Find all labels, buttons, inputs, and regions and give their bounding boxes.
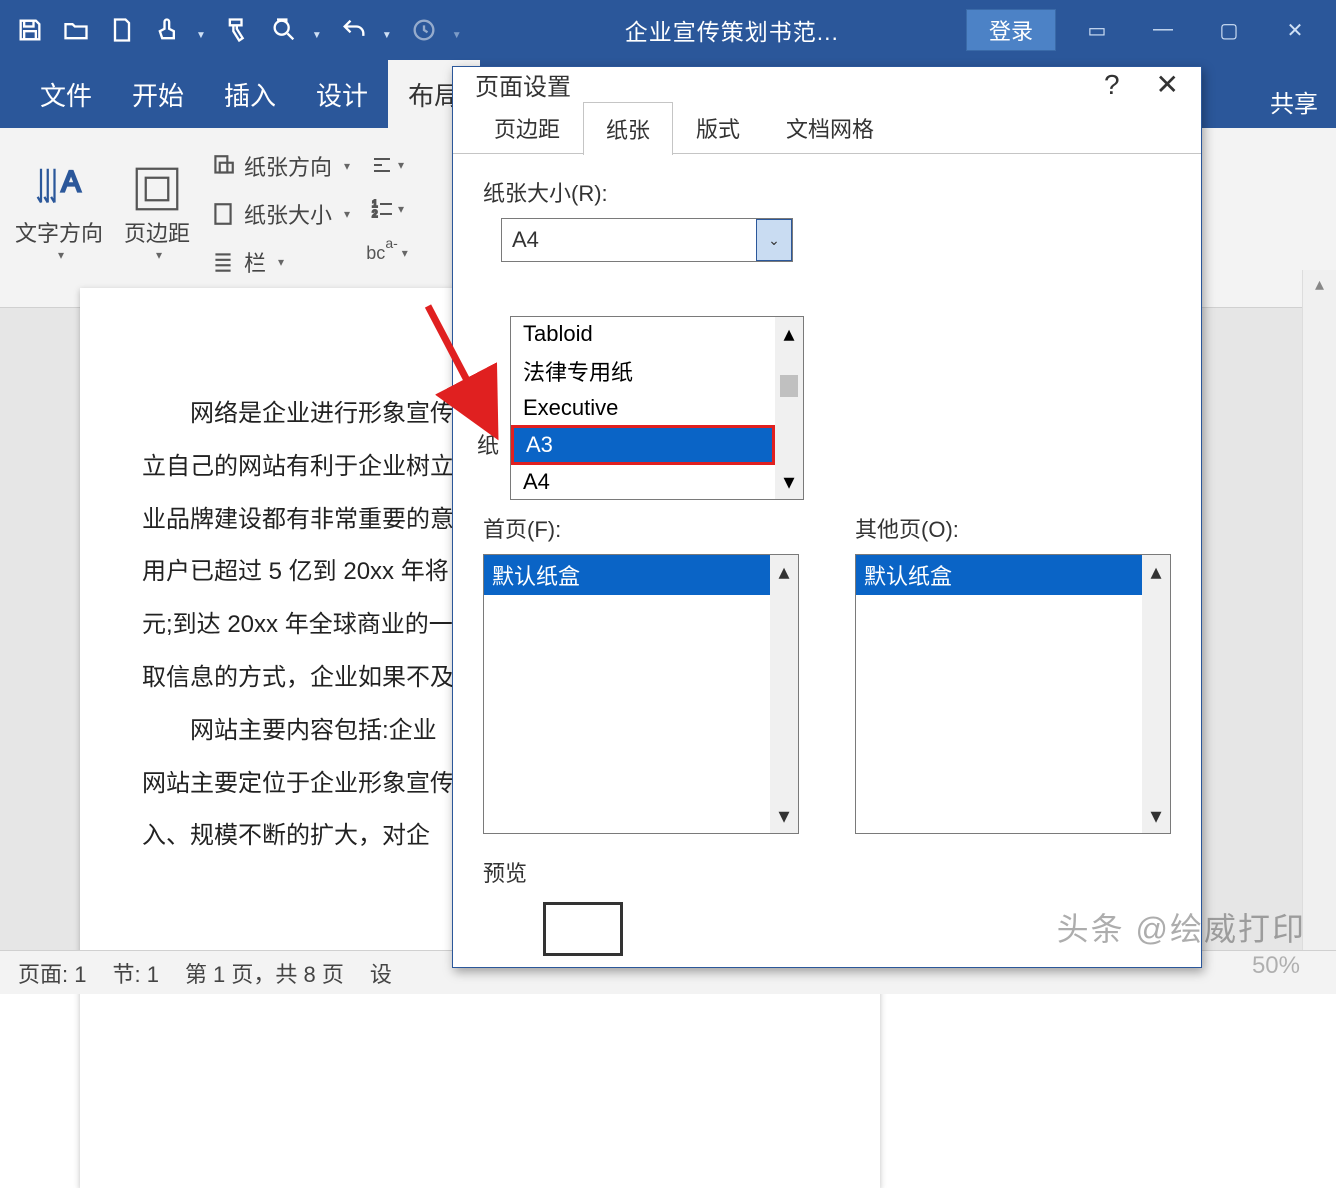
- dropdown-caret-icon[interactable]: ▼: [452, 30, 462, 41]
- columns-button[interactable]: 栏▾: [210, 242, 350, 282]
- tab-margins[interactable]: 页边距: [471, 101, 583, 154]
- paper-size-value: A4: [502, 227, 756, 253]
- maximize-icon[interactable]: ▢: [1216, 18, 1242, 43]
- dialog-titlebar: 页面设置 ? ✕: [453, 67, 1201, 102]
- hyphenation-button[interactable]: bca-▾: [370, 236, 404, 270]
- line-numbers-button[interactable]: 12▾: [370, 192, 404, 226]
- chevron-down-icon: ▾: [58, 248, 64, 262]
- orientation-button[interactable]: 纸张方向▾: [210, 146, 350, 186]
- tab-file[interactable]: 文件: [20, 60, 112, 128]
- other-pages-tray-list[interactable]: 默认纸盒 ▴▾: [855, 554, 1171, 834]
- option-tabloid[interactable]: Tabloid: [511, 317, 775, 351]
- status-page[interactable]: 页面: 1: [18, 957, 86, 989]
- orientation-icon: [210, 153, 236, 179]
- dialog-tabs: 页边距 纸张 版式 文档网格: [453, 102, 1201, 154]
- minimize-icon[interactable]: —: [1150, 18, 1176, 43]
- svg-text:2: 2: [372, 209, 378, 220]
- tab-layout[interactable]: 版式: [673, 101, 763, 154]
- dropdown-caret-icon[interactable]: ▼: [196, 30, 206, 41]
- help-icon[interactable]: ?: [1104, 69, 1120, 101]
- close-icon[interactable]: ✕: [1282, 18, 1308, 43]
- list-item[interactable]: 默认纸盒: [856, 555, 1142, 595]
- scroll-up-icon[interactable]: ▴: [783, 321, 794, 347]
- scrollbar[interactable]: ▴▾: [770, 555, 798, 833]
- quick-access-toolbar: ▼ ▼ ▼ ▼: [10, 16, 468, 44]
- undo-icon[interactable]: [340, 16, 368, 44]
- page-size-icon: [210, 201, 236, 227]
- document-title: 企业宣传策划书范...: [498, 13, 966, 47]
- status-extra: 设: [370, 957, 392, 989]
- chevron-down-icon: ▾: [156, 248, 162, 262]
- tab-paper[interactable]: 纸张: [583, 102, 673, 155]
- columns-icon: [210, 249, 236, 275]
- new-icon[interactable]: [108, 16, 136, 44]
- tab-insert[interactable]: 插入: [204, 60, 296, 128]
- breaks-button[interactable]: ▾: [370, 148, 404, 182]
- save-icon[interactable]: [16, 16, 44, 44]
- chevron-down-icon[interactable]: ⌄: [756, 219, 792, 261]
- print-preview-icon[interactable]: [270, 16, 298, 44]
- redo-icon[interactable]: [410, 16, 438, 44]
- login-button[interactable]: 登录: [966, 9, 1056, 51]
- paper-size-dropdown: Tabloid 法律专用纸 Executive A3 A4 ▴ ▾: [510, 316, 804, 500]
- list-item[interactable]: 默认纸盒: [484, 555, 770, 595]
- dialog-title: 页面设置: [475, 67, 571, 102]
- margins-icon: [130, 162, 184, 216]
- status-section[interactable]: 节: 1: [112, 957, 158, 989]
- option-a3[interactable]: A3: [511, 425, 775, 465]
- tab-design[interactable]: 设计: [296, 60, 388, 128]
- tab-home[interactable]: 开始: [112, 60, 204, 128]
- scrollbar[interactable]: ▴▾: [1142, 555, 1170, 833]
- close-icon[interactable]: ✕: [1156, 68, 1179, 101]
- paper-size-label: 纸张大小(R):: [483, 176, 1171, 208]
- tab-grid[interactable]: 文档网格: [763, 101, 897, 154]
- text-direction-icon: A: [32, 162, 86, 216]
- preview-label: 预览: [483, 856, 1171, 888]
- paper-size-button[interactable]: 纸张大小▾: [210, 194, 350, 234]
- open-icon[interactable]: [62, 16, 90, 44]
- margins-button[interactable]: 页边距 ▾: [112, 142, 202, 282]
- option-a4[interactable]: A4: [511, 465, 775, 499]
- scroll-thumb[interactable]: [780, 375, 798, 397]
- vertical-scrollbar[interactable]: [1302, 270, 1336, 950]
- first-page-tray-list[interactable]: 默认纸盒 ▴▾: [483, 554, 799, 834]
- format-painter-icon[interactable]: [224, 16, 252, 44]
- status-page-count[interactable]: 第 1 页，共 8 页: [185, 957, 344, 989]
- ribbon-options-icon[interactable]: ▭: [1084, 18, 1110, 43]
- page-setup-dialog: 页面设置 ? ✕ 页边距 纸张 版式 文档网格 纸张大小(R): A4 ⌄ 纸 …: [452, 66, 1202, 968]
- option-legal[interactable]: 法律专用纸: [511, 351, 775, 391]
- dropdown-caret-icon[interactable]: ▼: [382, 30, 392, 41]
- share-button[interactable]: 共享: [1270, 84, 1318, 119]
- dropdown-caret-icon[interactable]: ▼: [312, 30, 322, 41]
- other-pages-label: 其他页(O):: [855, 512, 1171, 544]
- svg-text:A: A: [61, 166, 81, 198]
- title-bar: ▼ ▼ ▼ ▼ 企业宣传策划书范... 登录 ▭ — ▢ ✕: [0, 0, 1336, 60]
- text-direction-button[interactable]: A 文字方向 ▾: [14, 142, 104, 282]
- first-page-label: 首页(F):: [483, 512, 799, 544]
- option-executive[interactable]: Executive: [511, 391, 775, 425]
- touch-mode-icon[interactable]: [154, 16, 182, 44]
- preview-thumbnail: [543, 902, 623, 956]
- dropdown-scrollbar[interactable]: ▴ ▾: [775, 317, 803, 499]
- scroll-down-icon[interactable]: ▾: [783, 469, 794, 495]
- paper-size-combo[interactable]: A4 ⌄: [501, 218, 793, 262]
